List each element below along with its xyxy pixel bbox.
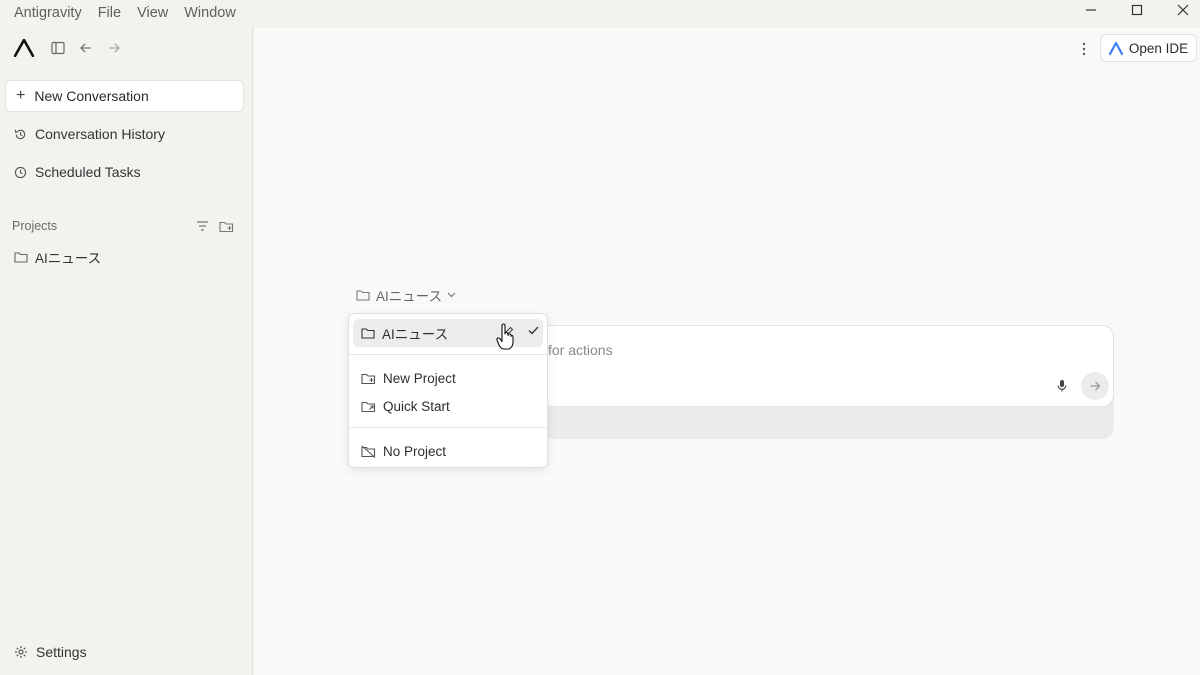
title-bar: Antigravity File View Window	[0, 0, 1200, 26]
filter-icon	[196, 221, 208, 231]
close-window-button[interactable]	[1161, 0, 1200, 20]
close-icon	[1177, 4, 1189, 16]
dropdown-item-label: New Project	[383, 370, 456, 386]
clock-icon	[14, 166, 27, 178]
minimize-icon	[1086, 9, 1096, 11]
settings-label: Settings	[36, 644, 87, 660]
folder-icon	[356, 290, 370, 301]
project-dropdown: AIニュース New Project Quick Start No Projec…	[348, 313, 548, 468]
forward-button[interactable]	[100, 34, 128, 62]
toggle-sidebar-button[interactable]	[44, 34, 72, 62]
nav-scheduled-tasks[interactable]: Scheduled Tasks	[5, 157, 244, 187]
antigravity-logo-icon	[14, 39, 34, 57]
dropdown-divider	[349, 354, 547, 355]
menu-window[interactable]: Window	[176, 2, 244, 24]
history-icon	[14, 129, 26, 139]
dropdown-new-project[interactable]: New Project	[353, 364, 543, 392]
maximize-button[interactable]	[1115, 0, 1159, 20]
check-icon	[528, 326, 539, 335]
settings-button[interactable]: Settings	[5, 637, 87, 667]
composer-placeholder: for actions	[548, 342, 613, 358]
dropdown-quick-start[interactable]: Quick Start	[353, 392, 543, 420]
folder-plus-icon	[361, 373, 376, 384]
more-options-button[interactable]	[1075, 38, 1093, 60]
microphone-button[interactable]	[1053, 376, 1071, 396]
arrow-left-icon	[80, 43, 91, 53]
nav-label: Conversation History	[35, 126, 165, 142]
chevron-down-icon	[447, 292, 456, 298]
new-conversation-button[interactable]: + New Conversation	[5, 80, 244, 112]
maximize-icon	[1131, 4, 1143, 16]
filter-projects-button[interactable]	[191, 215, 213, 237]
projects-section-label: Projects	[12, 219, 58, 233]
folder-arrow-icon	[361, 401, 376, 412]
back-button[interactable]	[72, 34, 100, 62]
dropdown-item-label: No Project	[383, 443, 447, 459]
folder-off-icon	[361, 445, 376, 458]
project-label: AIニュース	[35, 251, 102, 266]
menu-file[interactable]: File	[90, 2, 129, 24]
arrow-right-icon	[109, 43, 120, 53]
sidebar-toolbar	[0, 34, 253, 62]
selected-project-label: AIニュース	[376, 289, 443, 304]
new-conversation-label: New Conversation	[34, 88, 149, 104]
open-ide-button[interactable]: Open IDE	[1100, 34, 1197, 62]
sidebar-toggle-icon	[51, 41, 65, 55]
dropdown-project-ai-news[interactable]: AIニュース	[353, 319, 543, 347]
arrow-right-icon	[1090, 381, 1101, 391]
microphone-icon	[1057, 380, 1067, 392]
gear-icon	[15, 646, 27, 658]
dropdown-divider	[349, 427, 547, 428]
dropdown-item-label: Quick Start	[383, 398, 450, 414]
send-button[interactable]	[1081, 372, 1109, 400]
dropdown-project-label: AIニュース	[382, 327, 449, 342]
menu-view[interactable]: View	[129, 2, 176, 24]
folder-plus-icon	[218, 221, 233, 232]
sidebar: + New Conversation Conversation History …	[0, 26, 253, 675]
minimize-button[interactable]	[1069, 0, 1113, 20]
project-selector[interactable]: AIニュース	[356, 284, 462, 306]
open-ide-label: Open IDE	[1128, 40, 1189, 56]
dropdown-no-project[interactable]: No Project	[353, 437, 543, 465]
sidebar-project-ai-news[interactable]: AIニュース	[5, 242, 244, 272]
hand-cursor-icon	[496, 323, 514, 350]
nav-label: Scheduled Tasks	[35, 164, 141, 180]
folder-icon	[361, 328, 375, 339]
add-project-button[interactable]	[215, 215, 237, 237]
antigravity-ide-icon	[1108, 41, 1123, 55]
app-logo	[10, 34, 38, 62]
nav-conversation-history[interactable]: Conversation History	[5, 119, 244, 149]
menu-antigravity[interactable]: Antigravity	[6, 2, 90, 24]
folder-icon	[14, 252, 28, 263]
plus-icon: +	[16, 87, 26, 104]
kebab-menu-icon	[1082, 42, 1086, 56]
menu-bar: Antigravity File View Window	[0, 0, 244, 26]
